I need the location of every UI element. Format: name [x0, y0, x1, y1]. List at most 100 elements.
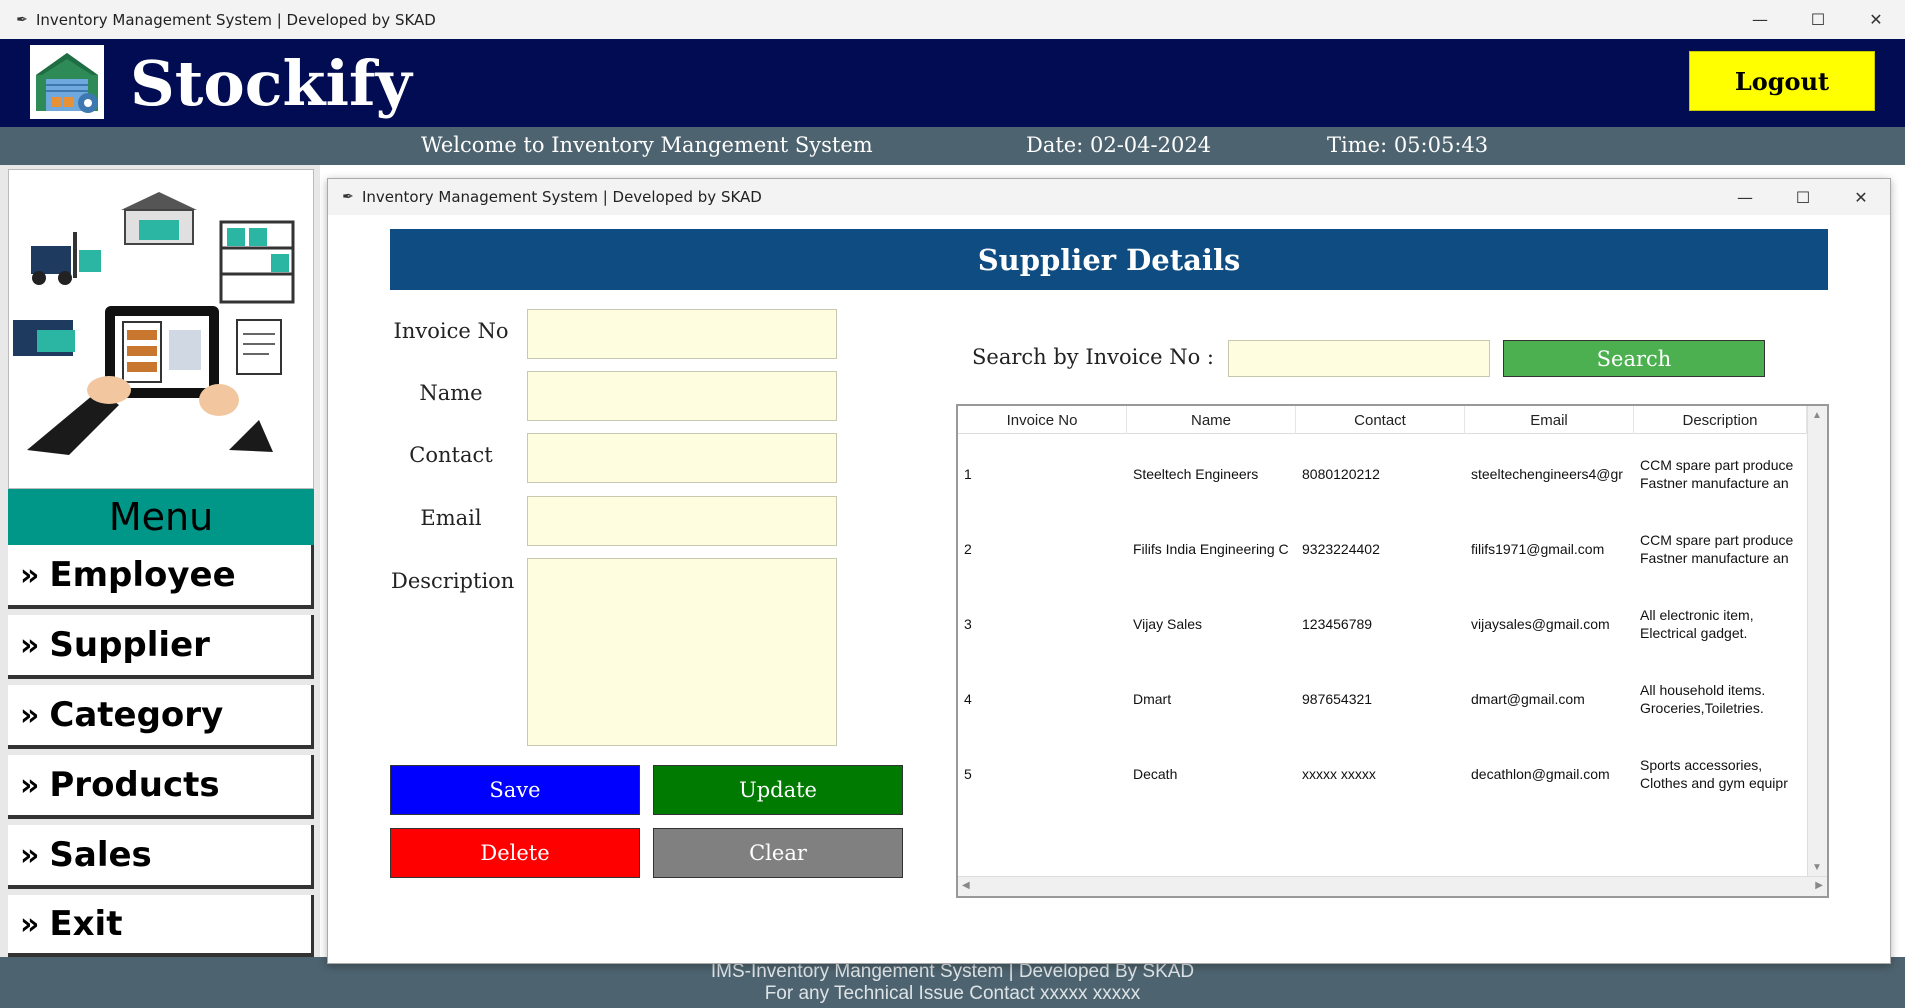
cell-contact: 987654321 [1302, 690, 1373, 707]
table-row[interactable]: 3 Vijay Sales 123456789 vijaysales@gmail… [958, 586, 1807, 661]
cell-email: decathlon@gmail.com [1471, 765, 1610, 782]
supplier-window: ✒ Inventory Management System | Develope… [327, 178, 1891, 964]
email-field[interactable] [527, 496, 837, 546]
chevron-double-right-icon: » [20, 697, 40, 733]
menu-heading: Menu [8, 489, 314, 545]
description-field[interactable] [527, 558, 837, 746]
welcome-text: Welcome to Inventory Mangement System [421, 133, 873, 157]
time-text: Time: 05:05:43 [1327, 133, 1489, 157]
feather-icon: ✒ [342, 189, 354, 205]
logout-button[interactable]: Logout [1689, 51, 1875, 111]
window-titlebar: ✒ Inventory Management System | Develope… [0, 0, 1905, 39]
description-line: Electrical gadget. [1640, 624, 1748, 641]
sidebar: Menu » Employee » Supplier » Category » … [0, 165, 320, 957]
description-label: Description [391, 569, 515, 593]
invoice-field[interactable] [527, 309, 837, 359]
table-row[interactable]: 2 Filifs India Engineering C 9323224402 … [958, 511, 1807, 586]
chevron-double-right-icon: » [20, 906, 40, 942]
cell-contact: 123456789 [1302, 615, 1373, 632]
cell-description: CCM spare part produce Fastner manufactu… [1634, 436, 1807, 511]
supplier-table[interactable]: Invoice No Name Contact Email Descriptio… [956, 404, 1829, 898]
close-button[interactable]: ✕ [1832, 188, 1890, 207]
cell-description: All electronic item, Electrical gadget. [1634, 586, 1807, 661]
window-title: Inventory Management System | Developed … [36, 10, 436, 29]
chevron-double-right-icon: » [20, 557, 40, 593]
search-input[interactable] [1228, 340, 1490, 377]
minimize-button[interactable]: — [1731, 10, 1789, 29]
cell-description: CCM spare part produce Fastner manufactu… [1634, 511, 1807, 586]
menu-item-supplier[interactable]: » Supplier [8, 615, 314, 679]
menu-item-products[interactable]: » Products [8, 755, 314, 819]
date-text: Date: 02-04-2024 [1026, 133, 1212, 157]
table-header: Invoice No Name Contact Email Descriptio… [958, 406, 1807, 434]
cell-contact: 8080120212 [1302, 465, 1380, 482]
cell-invoice: 2 [964, 540, 972, 557]
horizontal-scrollbar[interactable]: ◀ ▶ [958, 876, 1827, 896]
column-header[interactable]: Email [1465, 406, 1634, 434]
name-label: Name [419, 381, 483, 405]
menu-item-label: Exit [49, 904, 123, 944]
cell-contact: xxxxx xxxxx [1302, 765, 1376, 782]
cell-description: Sports accessories, Clothes and gym equi… [1634, 736, 1807, 811]
scroll-right-icon[interactable]: ▶ [1815, 880, 1823, 891]
cell-email: steeltechengineers4@gr [1471, 465, 1623, 482]
column-header[interactable]: Contact [1296, 406, 1465, 434]
menu-item-employee[interactable]: » Employee [8, 545, 314, 609]
chevron-double-right-icon: » [20, 767, 40, 803]
minimize-button[interactable]: — [1716, 188, 1774, 207]
cell-name: Steeltech Engineers [1133, 465, 1259, 482]
menu-item-exit[interactable]: » Exit [8, 895, 314, 957]
table-row[interactable]: 4 Dmart 987654321 dmart@gmail.com All ho… [958, 661, 1807, 736]
update-button[interactable]: Update [653, 765, 903, 815]
scroll-left-icon[interactable]: ◀ [962, 880, 970, 891]
cell-name: Filifs India Engineering C [1133, 540, 1289, 557]
scroll-up-icon[interactable]: ▲ [1812, 410, 1822, 421]
column-header[interactable]: Invoice No [958, 406, 1127, 434]
feather-icon: ✒ [16, 11, 28, 28]
cell-name: Decath [1133, 765, 1178, 782]
maximize-button[interactable]: ☐ [1789, 10, 1847, 29]
description-line: CCM spare part produce [1640, 531, 1794, 548]
menu-item-category[interactable]: » Category [8, 685, 314, 749]
search-button[interactable]: Search [1503, 340, 1765, 377]
cell-invoice: 4 [964, 690, 972, 707]
save-button[interactable]: Save [390, 765, 640, 815]
menu-item-label: Supplier [49, 625, 210, 665]
clear-button[interactable]: Clear [653, 828, 903, 878]
description-line: Clothes and gym equipr [1640, 774, 1788, 791]
app-title: Stockify [130, 47, 412, 120]
table-row[interactable]: 1 Steeltech Engineers 8080120212 steelte… [958, 436, 1807, 511]
chevron-double-right-icon: » [20, 627, 40, 663]
cell-email: vijaysales@gmail.com [1471, 615, 1610, 632]
description-line: Fastner manufacture an [1640, 549, 1789, 566]
maximize-button[interactable]: ☐ [1774, 188, 1832, 207]
name-field[interactable] [527, 371, 837, 421]
column-header[interactable]: Name [1127, 406, 1296, 434]
cell-email: dmart@gmail.com [1471, 690, 1585, 707]
description-line: CCM spare part produce [1640, 456, 1794, 473]
description-line: All electronic item, [1640, 606, 1754, 623]
column-header[interactable]: Description [1634, 406, 1807, 434]
cell-name: Vijay Sales [1133, 615, 1203, 632]
cell-email: filifs1971@gmail.com [1471, 540, 1605, 557]
menu-item-label: Sales [49, 835, 152, 875]
cell-name: Dmart [1133, 690, 1172, 707]
menu-item-label: Category [49, 695, 224, 735]
table-row[interactable]: 5 Decath xxxxx xxxxx decathlon@gmail.com… [958, 736, 1807, 811]
supplier-window-title: Inventory Management System | Developed … [362, 188, 762, 206]
cell-invoice: 1 [964, 465, 972, 482]
delete-button[interactable]: Delete [390, 828, 640, 878]
contact-field[interactable] [527, 433, 837, 483]
invoice-label: Invoice No [393, 319, 509, 343]
menu-item-sales[interactable]: » Sales [8, 825, 314, 889]
footer-line-2: For any Technical Issue Contact xxxxx xx… [764, 983, 1141, 1004]
description-line: Sports accessories, [1640, 756, 1763, 773]
inventory-illustration [8, 169, 314, 489]
scroll-down-icon[interactable]: ▼ [1812, 862, 1822, 873]
app-header: Stockify Logout [0, 39, 1905, 127]
vertical-scrollbar[interactable]: ▲ ▼ [1807, 406, 1827, 877]
menu-item-label: Products [49, 765, 220, 805]
cell-invoice: 5 [964, 765, 972, 782]
close-button[interactable]: ✕ [1847, 10, 1905, 29]
description-line: Fastner manufacture an [1640, 474, 1789, 491]
